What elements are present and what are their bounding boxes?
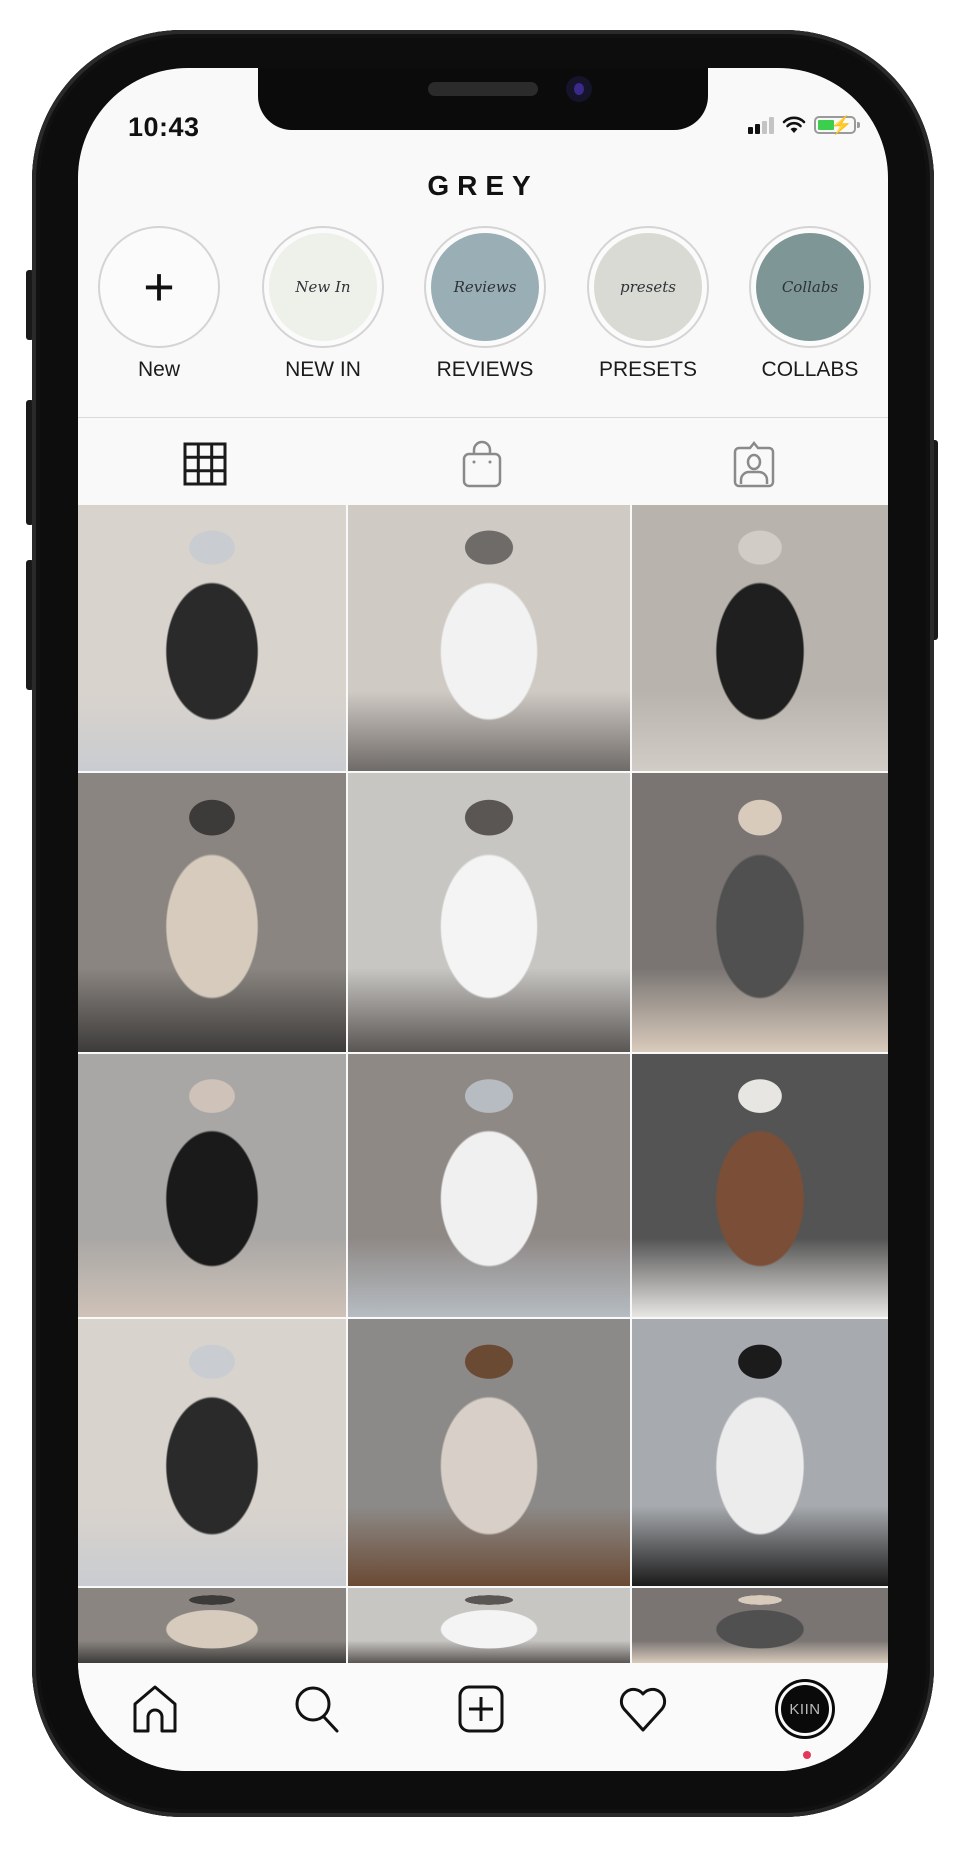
tagged-person-icon xyxy=(733,440,775,488)
nav-activity[interactable] xyxy=(615,1681,671,1737)
highlight-collabs[interactable]: Collabs COLLABS xyxy=(747,226,873,382)
earpiece-speaker xyxy=(428,82,538,96)
nav-new-post[interactable] xyxy=(453,1681,509,1737)
post-thumbnail[interactable] xyxy=(348,1054,630,1317)
profile-username: GREY xyxy=(427,170,539,201)
highlight-cover-text: presets xyxy=(594,233,702,341)
home-icon xyxy=(133,1685,177,1733)
notch xyxy=(258,68,708,130)
highlight-cover: Reviews xyxy=(424,226,546,348)
highlight-cover-text: Reviews xyxy=(431,233,539,341)
highlight-new-in[interactable]: New In NEW IN xyxy=(260,226,386,382)
highlight-label: COLLABS xyxy=(761,358,859,381)
nav-profile[interactable]: KIIN xyxy=(777,1681,833,1737)
post-thumbnail[interactable] xyxy=(348,1588,630,1663)
post-thumbnail[interactable] xyxy=(78,773,346,1052)
post-thumbnail[interactable] xyxy=(78,1054,346,1317)
post-thumbnail[interactable] xyxy=(632,1319,888,1586)
highlight-label: REVIEWS xyxy=(436,358,534,381)
shopping-bag-icon xyxy=(462,440,502,488)
post-thumbnail[interactable] xyxy=(632,1054,888,1317)
highlight-reviews[interactable]: Reviews REVIEWS xyxy=(422,226,548,382)
highlight-cover-text: Collabs xyxy=(756,233,864,341)
status-time: 10:43 xyxy=(128,112,200,142)
profile-tabs xyxy=(78,418,888,505)
plus-square-icon xyxy=(458,1685,504,1733)
post-thumbnail[interactable] xyxy=(348,773,630,1052)
plus-icon: + xyxy=(143,257,175,317)
post-thumbnail[interactable] xyxy=(348,505,630,771)
notification-dot xyxy=(803,1751,811,1759)
highlight-label: New xyxy=(137,358,180,381)
battery-charging-icon: ⚡ xyxy=(814,115,860,135)
highlight-cover: New In xyxy=(262,226,384,348)
highlight-new[interactable]: + New xyxy=(96,226,222,382)
nav-search[interactable] xyxy=(289,1681,345,1737)
post-thumbnail[interactable] xyxy=(632,505,888,771)
avatar: KIIN xyxy=(778,1682,832,1736)
nav-home[interactable] xyxy=(127,1681,183,1737)
wifi-icon xyxy=(782,116,806,133)
highlight-presets[interactable]: presets PRESETS xyxy=(585,226,711,382)
highlight-label: NEW IN xyxy=(285,358,361,381)
highlight-cover: presets xyxy=(587,226,709,348)
post-thumbnail[interactable] xyxy=(632,773,888,1052)
heart-icon xyxy=(619,1687,667,1732)
highlight-label: PRESETS xyxy=(598,358,698,381)
phone-screen: 10:43 ⚡ GREY + New New In NEW IN Reviews… xyxy=(78,68,888,1771)
highlight-cover-text: New In xyxy=(269,233,377,341)
tab-posts-grid[interactable] xyxy=(181,440,229,488)
search-icon xyxy=(295,1686,339,1733)
post-thumbnail[interactable] xyxy=(78,505,346,771)
post-thumbnail[interactable] xyxy=(348,1319,630,1586)
post-thumbnail[interactable] xyxy=(632,1588,888,1663)
cellular-signal-icon xyxy=(748,116,774,134)
post-thumbnail[interactable] xyxy=(78,1588,346,1663)
tab-tagged[interactable] xyxy=(730,440,778,488)
highlight-cover: + xyxy=(98,226,220,348)
story-highlights: + New New In NEW IN Reviews REVIEWS pres… xyxy=(78,226,888,426)
status-icons: ⚡ xyxy=(748,115,860,135)
grid-icon xyxy=(183,442,227,486)
bottom-navigation: KIIN xyxy=(78,1663,888,1771)
tab-shop[interactable] xyxy=(458,440,506,488)
highlight-cover: Collabs xyxy=(749,226,871,348)
front-camera xyxy=(566,76,592,102)
post-thumbnail[interactable] xyxy=(78,1319,346,1586)
